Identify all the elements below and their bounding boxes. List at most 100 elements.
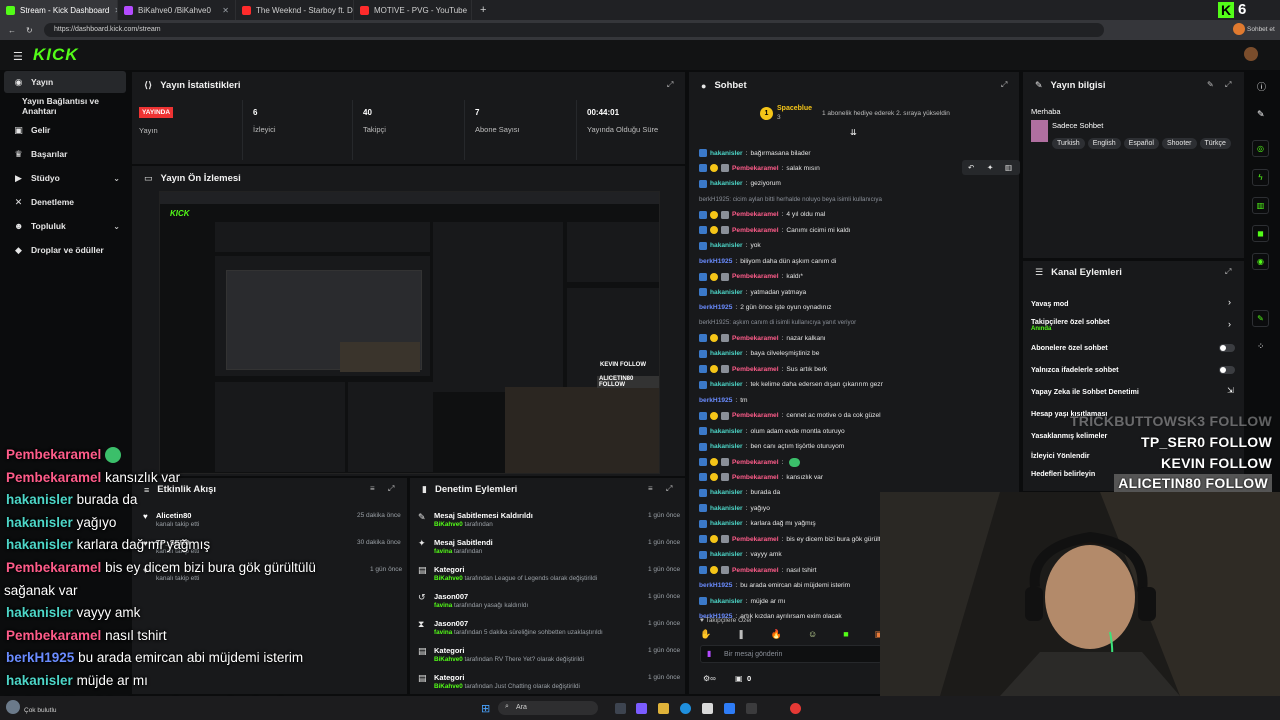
edge-icon[interactable]: [680, 703, 691, 714]
mod-actor[interactable]: BiKahve0: [434, 521, 463, 528]
chat-username[interactable]: hakanisler: [710, 350, 743, 357]
chat-username[interactable]: Pembekaramel: [732, 227, 779, 234]
chat-message[interactable]: berkH1925: biliyom daha dün aşkım canım d…: [699, 255, 883, 267]
chat-username[interactable]: berkH1925: [699, 397, 732, 404]
chat-message[interactable]: hakanisler: karlara dağ mı yağmış: [699, 518, 883, 530]
chat-username[interactable]: hakanisler: [710, 180, 743, 187]
chat-username[interactable]: hakanisler: [710, 150, 743, 157]
chat-message[interactable]: berkH1925: aşkım canım di isimli kullanı…: [699, 317, 883, 329]
chat-username[interactable]: hakanisler: [710, 551, 743, 558]
followers-only-row[interactable]: Takipçilere özel sohbet: [1031, 317, 1236, 326]
chat-username[interactable]: Pembekaramel: [732, 536, 779, 543]
chat-message[interactable]: Pembekaramel: kansızlık var: [699, 471, 883, 483]
chat-message[interactable]: hakanisler: baya cilveleşmiştiniz be: [699, 348, 883, 360]
microphone-icon[interactable]: ▮: [707, 649, 711, 658]
tag[interactable]: English: [1087, 138, 1121, 149]
chat-username[interactable]: hakanisler: [710, 443, 743, 450]
chat-username[interactable]: Pembekaramel: [732, 211, 779, 218]
chat-message[interactable]: berkH1925: cicim aylan bitti herhalde no…: [699, 193, 883, 205]
chat-message[interactable]: hakanisler: olum adam evde montla oturuyo: [699, 425, 883, 437]
chat-message[interactable]: Pembekaramel:4 yıl oldu mal: [699, 209, 883, 221]
pencil-icon[interactable]: ✎: [1257, 109, 1265, 120]
filter-icon[interactable]: ≡: [648, 484, 653, 493]
address-bar[interactable]: https://dashboard.kick.com/stream: [44, 23, 1104, 37]
popout-icon[interactable]: ⤢: [667, 80, 673, 90]
windows-start-icon[interactable]: ⊞: [481, 702, 490, 715]
chat-message[interactable]: hakanisler: burada da: [699, 487, 883, 499]
menu-icon[interactable]: ☰: [13, 50, 23, 63]
obs-icon[interactable]: [790, 703, 801, 714]
chat-username[interactable]: hakanisler: [710, 428, 743, 435]
browser-tab[interactable]: The Weeknd - Starboy ft. Daft Pun ✕: [236, 0, 354, 20]
new-tab-icon[interactable]: +: [480, 4, 486, 16]
chevron-right-icon[interactable]: ›: [1228, 319, 1231, 329]
chat-username[interactable]: Pembekaramel: [732, 335, 779, 342]
chat-message[interactable]: berkH1925:2 gün önce işte oyun oynadınız: [699, 302, 883, 314]
chat-message[interactable]: hakanisler: yağıyo: [699, 502, 883, 514]
sidebar-item-community[interactable]: ☻ Topluluk ⌄: [4, 215, 126, 237]
popout-icon[interactable]: ⤢: [666, 484, 672, 494]
chat-username[interactable]: hakanisler: [710, 381, 743, 388]
external-link-icon[interactable]: ⇲: [1227, 386, 1234, 395]
scroll-down-icon[interactable]: ⇊: [850, 128, 857, 137]
wrench-icon[interactable]: ✎: [1252, 310, 1269, 327]
chat-message[interactable]: Pembekaramel: Sus artık berk: [699, 363, 883, 375]
user-avatar[interactable]: [1244, 47, 1258, 61]
browser-tab[interactable]: Stream - Kick Dashboard ✕: [0, 0, 118, 20]
chat-username[interactable]: berkH1925: [699, 258, 732, 265]
kick-logo[interactable]: KICK: [33, 45, 79, 65]
chat-message[interactable]: hakanisler: yok: [699, 240, 883, 252]
chat-message[interactable]: hakanisler: müjde ar mı: [699, 595, 883, 607]
chat-username[interactable]: hakanisler: [710, 598, 743, 605]
emote-icon[interactable]: ■: [843, 629, 848, 640]
chat-message[interactable]: hakanisler: bağırmasana bilader: [699, 147, 883, 159]
mail-icon[interactable]: [724, 703, 735, 714]
task-view-icon[interactable]: [615, 703, 626, 714]
pinned-user[interactable]: Spaceblue: [777, 105, 812, 112]
stream-preview-video[interactable]: KICK KEVIN FOLLOW ALICETIN80 FOLLOW: [159, 191, 660, 474]
tag[interactable]: Español: [1123, 138, 1159, 149]
emote-icon[interactable]: 🔥: [771, 629, 782, 640]
chat-username[interactable]: Pembekaramel: [732, 412, 779, 419]
taskbar-search[interactable]: [498, 701, 598, 715]
chat-username[interactable]: berkH1925: [699, 582, 732, 589]
chat-message[interactable]: berkH1925: bu arada emircan abi müjdemi i…: [699, 580, 883, 592]
info-icon[interactable]: ⓘ: [1257, 80, 1266, 93]
settings-icon[interactable]: [746, 703, 757, 714]
mod-actor[interactable]: BiKahve0: [434, 683, 463, 690]
chat-message[interactable]: Pembekaramel: bis ey dicem bizi bura gök …: [699, 533, 883, 545]
popout-icon[interactable]: ⤢: [1225, 267, 1231, 277]
delete-icon[interactable]: ▥: [1005, 163, 1012, 172]
browser-tab[interactable]: BiKahve0 /BiKahve0 ✕: [118, 0, 236, 20]
chat-username[interactable]: Pembekaramel: [732, 459, 779, 466]
chat-icon[interactable]: ◼: [1252, 225, 1269, 242]
filter-icon[interactable]: ≡: [370, 484, 375, 493]
chat-message[interactable]: Pembekaramel: kaldı*: [699, 271, 883, 283]
emote-only-toggle[interactable]: [1219, 366, 1235, 374]
edit-icon[interactable]: ✎: [1207, 80, 1214, 89]
slow-mode-row[interactable]: Yavaş mod: [1031, 299, 1236, 308]
trash-icon[interactable]: ▥: [1252, 197, 1269, 214]
sidebar-item-revenue[interactable]: ▣ Gelir: [4, 119, 126, 141]
mod-actor[interactable]: favina: [434, 548, 452, 555]
chat-message[interactable]: Pembekaramel: salak mısın: [699, 162, 883, 174]
chat-username[interactable]: Pembekaramel: [732, 567, 779, 574]
settings-gear-icon[interactable]: ⚙∞: [703, 674, 716, 683]
mod-actor[interactable]: favina: [434, 629, 452, 636]
emote-icon[interactable]: ☺: [808, 629, 817, 640]
chat-message[interactable]: Pembekaramel: nasıl tshirt: [699, 564, 883, 576]
emote-icon[interactable]: ❚: [737, 629, 745, 640]
chat-username[interactable]: Pembekaramel: [732, 273, 779, 280]
activity-user[interactable]: Alicetin80: [156, 511, 191, 520]
camera-icon[interactable]: ◎: [1252, 140, 1269, 157]
popout-icon[interactable]: ⤢: [1225, 80, 1231, 90]
sidebar-item-moderation[interactable]: ✕ Denetleme: [4, 191, 126, 213]
chat-message[interactable]: berkH1925: tm: [699, 394, 883, 406]
file-explorer-icon[interactable]: [658, 703, 669, 714]
mod-actor[interactable]: favina: [434, 602, 452, 609]
category-name[interactable]: Sadece Sohbet: [1052, 121, 1103, 130]
chat-username[interactable]: Pembekaramel: [732, 165, 779, 172]
mod-actor[interactable]: BiKahve0: [434, 656, 463, 663]
pin-icon[interactable]: ✦: [987, 163, 993, 172]
chat-message[interactable]: hakanisler: yatmadan yatmaya: [699, 286, 883, 298]
